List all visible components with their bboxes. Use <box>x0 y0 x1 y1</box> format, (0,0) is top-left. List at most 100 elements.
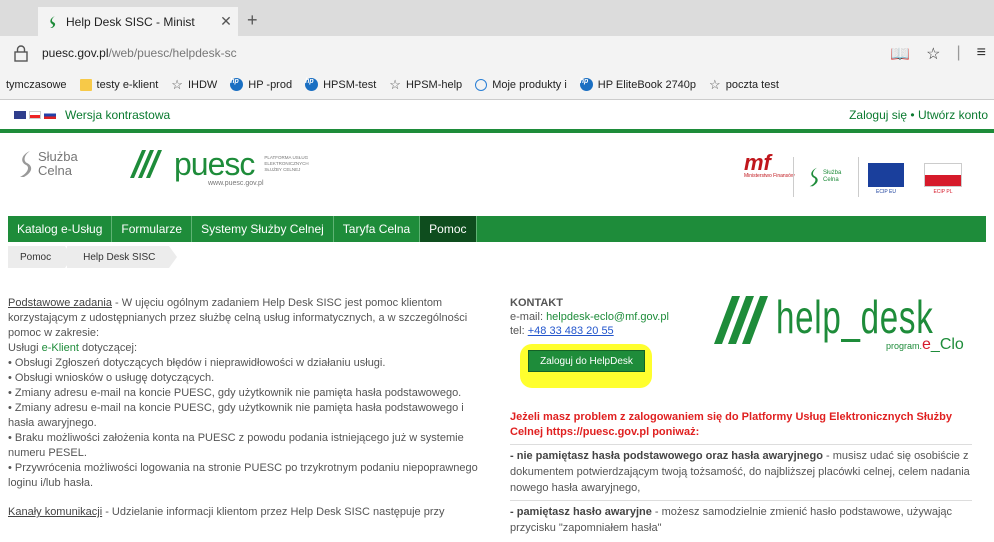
program-prefix: program. <box>886 341 923 351</box>
star-icon: ☆ <box>171 76 183 92</box>
ecip-eu-logo[interactable]: ECIP EU <box>868 163 904 195</box>
favorite-label: HP -prod <box>248 78 293 91</box>
list-item: • Braku możliwości założenia konta na PU… <box>8 432 464 459</box>
list-item: • Przywrócenia możliwości logowania na s… <box>8 462 478 489</box>
list-item: • Obsługi Zgłoszeń dotyczących błędów i … <box>8 357 386 369</box>
polish-flag-icon[interactable] <box>29 111 41 119</box>
favorite-label: testy e-klient <box>96 78 159 91</box>
nav-katalog-e-uslug[interactable]: Katalog e-Usług <box>8 216 113 242</box>
ministerstwo-finansow-logo[interactable]: mf Ministerstwo Finansów <box>744 150 795 180</box>
favorite-label: HPSM-help <box>405 78 463 91</box>
sc2-line2: Celna <box>823 177 839 183</box>
ecip-eu-label: ECIP EU <box>876 189 896 195</box>
sc-logo-line2: Celna <box>38 163 72 178</box>
program-eclo-label: program.e_Clo <box>886 336 964 354</box>
sluzba-celna-small-logo[interactable]: Służba Celna <box>808 167 841 187</box>
breadcrumb-pomoc[interactable]: Pomoc <box>8 246 74 268</box>
puesc-stripes-icon <box>130 150 162 178</box>
clo-suffix: _Clo <box>930 336 964 353</box>
browser-tab[interactable]: Help Desk SISC - Minist ✕ <box>38 7 238 36</box>
logo-row: Służba Celna puesc PLATFORMA USŁUG ELEKTR… <box>0 133 994 213</box>
tel-label: tel: <box>510 325 528 337</box>
e-klient-link[interactable]: e-Klient <box>42 342 79 354</box>
helpdesk-description: Podstawowe zadania - W ujęciu ogólnym za… <box>8 296 478 520</box>
services-suffix: dotyczącej: <box>78 342 138 354</box>
phone-link[interactable]: +48 33 483 20 55 <box>528 325 614 337</box>
globe-icon <box>475 78 488 91</box>
star-icon: ☆ <box>389 76 401 92</box>
new-tab-button[interactable]: + <box>247 10 258 31</box>
hp-icon: hp <box>579 78 593 91</box>
puesc-tagline: PLATFORMA USŁUG ELEKTRONICZNYCH SŁUŻBY C… <box>264 155 309 172</box>
favorite-item[interactable]: ☆ IHDW <box>171 77 217 93</box>
info1-bold: - nie pamiętasz hasła podstawowego oraz … <box>510 450 823 462</box>
reading-view-icon[interactable]: 📖 <box>890 44 910 64</box>
pl-flag-icon <box>924 163 962 187</box>
nav-formularze[interactable]: Formularze <box>112 216 193 242</box>
contrast-version-link[interactable]: Wersja kontrastowa <box>65 108 170 122</box>
channels-heading: Kanały komunikacji <box>8 506 103 518</box>
favorite-label: tymczasowe <box>6 78 67 91</box>
favorite-label: Moje produkty i <box>492 78 567 91</box>
channels-text: - Udzielanie informacji klientom przez H… <box>102 506 445 518</box>
favorite-item[interactable]: tymczasowe <box>6 79 67 91</box>
puesc-wordmark: puesc <box>174 146 255 182</box>
help-desk-logo: help_desk program.e_Clo <box>712 290 986 360</box>
sc-logo-line1: Służba <box>38 149 78 164</box>
email-label: e-mail: <box>510 311 547 323</box>
favorite-item[interactable]: ☆ HPSM-help <box>389 77 462 93</box>
url-host: puesc.gov.pl <box>42 46 109 60</box>
list-item: • Obsługi wniosków o usługę dotyczących. <box>8 372 215 384</box>
sc2-line1: Służba <box>823 170 842 176</box>
nav-taryfa-celna[interactable]: Taryfa Celna <box>334 216 421 242</box>
login-problem-warning: Jeżeli masz problem z zalogowaniem się d… <box>510 411 952 438</box>
favorite-star-icon[interactable]: ☆ <box>926 44 940 64</box>
logo-separator <box>858 157 859 197</box>
url-field[interactable]: puesc.gov.pl/web/puesc/helpdesk-sc <box>42 46 237 60</box>
logo-separator <box>793 157 794 197</box>
favorite-item[interactable]: ☆ poczta test <box>709 77 779 93</box>
list-item: • Zmiany adresu e-mail na koncie PUESC, … <box>8 387 462 399</box>
site-top-strip: Wersja kontrastowa Zaloguj się • Utwórz … <box>0 101 994 129</box>
favorite-item[interactable]: testy e-klient <box>79 78 159 91</box>
lock-icon <box>14 45 28 62</box>
english-flag-icon[interactable] <box>14 111 26 119</box>
divider <box>510 444 972 445</box>
email-link[interactable]: helpdesk-eclo@mf.gov.pl <box>546 311 669 323</box>
main-nav: Katalog e-Usług Formularze Systemy Służb… <box>8 216 986 242</box>
ecip-pl-label: ECIP PL <box>933 189 953 195</box>
hp-icon: hp <box>230 78 244 91</box>
nav-systemy-sluzby-celnej[interactable]: Systemy Służby Celnej <box>192 216 334 242</box>
list-item: • Zmiany adresu e-mail na koncie PUESC, … <box>8 402 464 429</box>
close-tab-icon[interactable]: ✕ <box>218 13 234 30</box>
russian-flag-icon[interactable] <box>44 111 56 119</box>
favorites-bar: tymczasowe testy e-klient ☆ IHDW hp HP -pr… <box>0 70 994 100</box>
info-no-passwords: - nie pamiętasz hasła podstawowego oraz … <box>510 448 972 496</box>
sluzba-celna-logo[interactable]: Służba Celna <box>18 150 78 178</box>
sluzba-celna-mark-icon <box>809 167 818 187</box>
sluzba-celna-mark-icon <box>20 151 32 177</box>
favorite-label: HPSM-test <box>323 78 377 91</box>
menu-icon[interactable]: ≡ <box>977 44 986 64</box>
favorite-item[interactable]: hp HP EliteBook 2740p <box>579 78 696 91</box>
mf-mark: mf <box>744 150 771 175</box>
star-icon: ☆ <box>709 76 721 92</box>
sluzba-celna-favicon-icon <box>50 15 56 28</box>
favorite-item[interactable]: hp HPSM-test <box>305 78 376 91</box>
nav-pomoc[interactable]: Pomoc <box>420 216 477 242</box>
address-bar: puesc.gov.pl/web/puesc/helpdesk-sc 📖 ☆ |… <box>0 36 994 70</box>
info2-bold: - pamiętasz hasło awaryjne <box>510 506 652 518</box>
puesc-logo[interactable]: puesc PLATFORMA USŁUG ELEKTRONICZNYCH SŁ… <box>128 146 324 187</box>
url-path: /web/puesc/helpdesk-sc <box>108 46 237 60</box>
ecip-pl-logo[interactable]: ECIP PL <box>924 163 962 195</box>
login-register-links[interactable]: Zaloguj się • Utwórz konto <box>849 108 988 122</box>
info-emergency-password: - pamiętasz hasło awaryjne - możesz samo… <box>510 504 972 536</box>
eu-flag-icon <box>868 163 904 187</box>
favorite-item[interactable]: Moje produkty i <box>475 78 567 91</box>
favorite-label: IHDW <box>187 78 218 91</box>
hp-icon: hp <box>305 78 319 91</box>
favorite-item[interactable]: hp HP -prod <box>230 78 292 91</box>
puesc-url: www.puesc.gov.pl <box>208 180 264 187</box>
login-helpdesk-button[interactable]: Zaloguj do HelpDesk <box>528 350 645 372</box>
hub-menu-icon[interactable]: | <box>957 44 961 64</box>
